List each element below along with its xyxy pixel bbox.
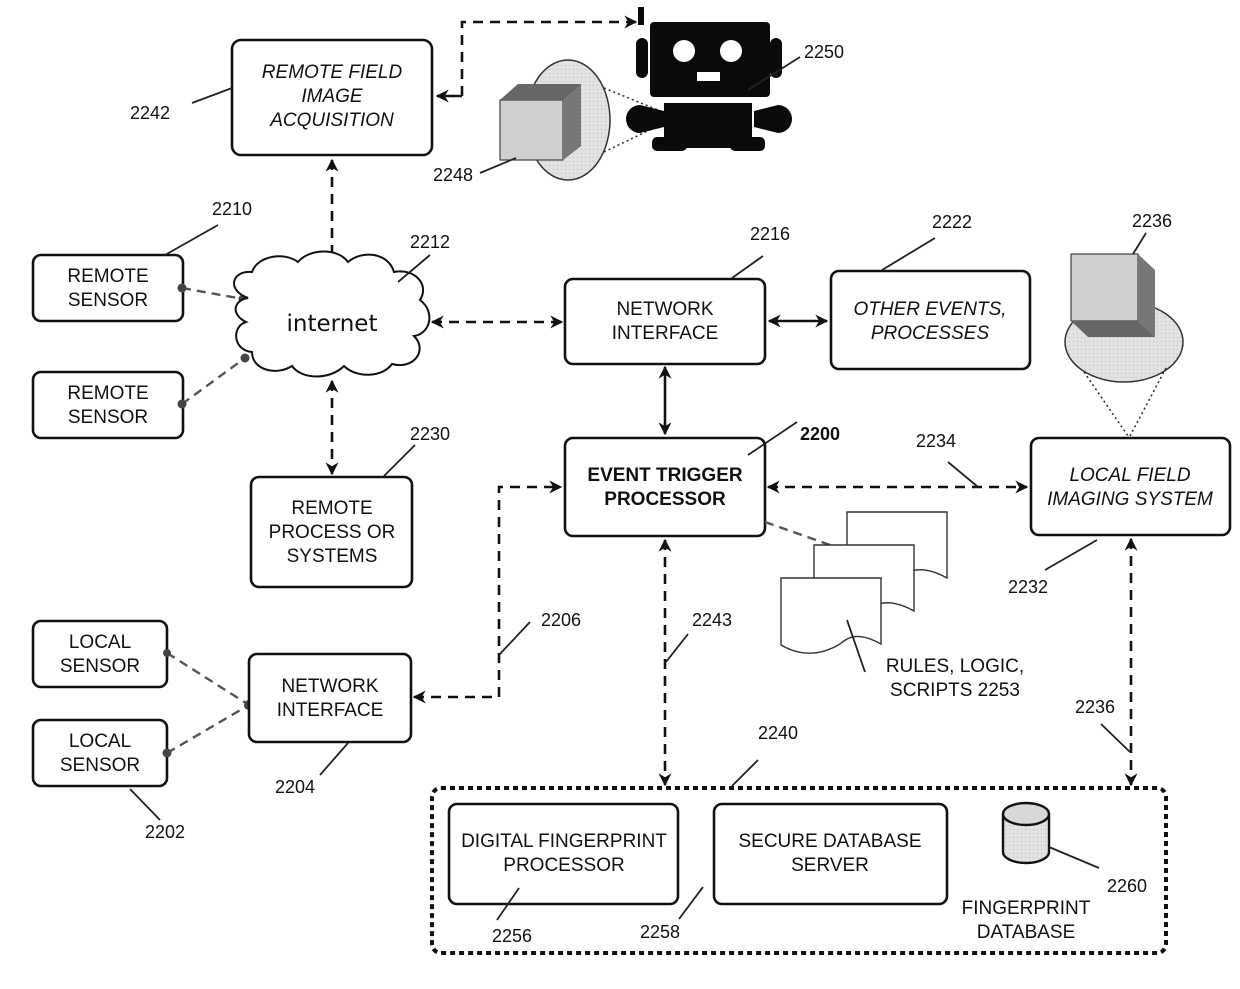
remote-process-box: REMOTE PROCESS OR SYSTEMS bbox=[249, 475, 414, 589]
box-line: NETWORK bbox=[616, 299, 713, 320]
internet-cloud-icon: internet bbox=[233, 250, 431, 378]
box-line: SENSOR bbox=[60, 755, 140, 776]
remote-sensor-1-box: REMOTE SENSOR bbox=[31, 253, 185, 323]
box-line: LOCAL bbox=[69, 731, 131, 752]
box-line: REMOTE bbox=[291, 498, 372, 519]
local-sensor-1-box: LOCAL SENSOR bbox=[31, 619, 169, 689]
ref-2212: 2212 bbox=[410, 232, 450, 252]
remote-sensor-2-box: REMOTE SENSOR bbox=[31, 370, 185, 440]
box-line: SENSOR bbox=[60, 656, 140, 677]
box-line: LOCAL bbox=[69, 632, 131, 653]
box-line: SYSTEMS bbox=[287, 546, 378, 567]
box-line: SERVER bbox=[791, 855, 869, 876]
ref-2202: 2202 bbox=[145, 822, 185, 842]
box-line: PROCESSOR bbox=[503, 855, 624, 876]
local-camera-icon bbox=[1064, 253, 1184, 383]
ref-2256: 2256 bbox=[492, 926, 532, 946]
box-line: REMOTE bbox=[67, 383, 148, 404]
database-cylinder-icon bbox=[1001, 801, 1051, 865]
ref-2236-camera: 2236 bbox=[1132, 211, 1172, 231]
ref-2232: 2232 bbox=[1008, 577, 1048, 597]
internet-label: internet bbox=[287, 311, 378, 337]
box-line: SENSOR bbox=[68, 290, 148, 311]
ref-2210: 2210 bbox=[212, 199, 252, 219]
ref-2260: 2260 bbox=[1107, 876, 1147, 896]
rules-label: SCRIPTS 2253 bbox=[890, 680, 1020, 701]
remote-field-image-acquisition-box: REMOTE FIELD IMAGE ACQUISITION bbox=[230, 38, 434, 157]
ref-2258: 2258 bbox=[640, 922, 680, 942]
box-line: INTERFACE bbox=[277, 700, 384, 721]
ref-2200: 2200 bbox=[800, 424, 840, 444]
local-sensor-2-box: LOCAL SENSOR bbox=[31, 718, 169, 788]
box-line: OTHER EVENTS, bbox=[853, 299, 1006, 320]
ref-2240: 2240 bbox=[758, 723, 798, 743]
remote-camera-icon bbox=[499, 59, 611, 181]
ref-2206: 2206 bbox=[541, 610, 581, 630]
ref-2230: 2230 bbox=[410, 424, 450, 444]
box-line: LOCAL FIELD bbox=[1069, 465, 1190, 486]
box-line: ACQUISITION bbox=[269, 110, 394, 131]
box-line: PROCESSES bbox=[871, 323, 990, 344]
rules-label: RULES, LOGIC, bbox=[886, 656, 1024, 677]
box-line: IMAGE bbox=[301, 86, 363, 107]
box-line: INTERFACE bbox=[612, 323, 719, 344]
box-line: NETWORK bbox=[281, 676, 378, 697]
network-interface-top-box: NETWORK INTERFACE bbox=[563, 277, 767, 366]
ref-2243: 2243 bbox=[692, 610, 732, 630]
other-events-box: OTHER EVENTS, PROCESSES bbox=[829, 269, 1032, 371]
ref-2242: 2242 bbox=[130, 103, 170, 123]
box-line: REMOTE bbox=[67, 266, 148, 287]
ref-2204: 2204 bbox=[275, 777, 315, 797]
event-trigger-processor-box: EVENT TRIGGER PROCESSOR bbox=[563, 436, 767, 538]
fingerprint-db-label: DATABASE bbox=[977, 922, 1076, 943]
box-line: EVENT TRIGGER bbox=[587, 465, 742, 486]
system-diagram: REMOTE FIELD IMAGE ACQUISITION 2242 2248… bbox=[0, 0, 1240, 989]
ref-2222: 2222 bbox=[932, 212, 972, 232]
secure-db-server-box: SECURE DATABASE SERVER bbox=[712, 802, 949, 906]
fingerprint-processor-box: DIGITAL FINGERPRINT PROCESSOR bbox=[447, 802, 680, 906]
ref-2248: 2248 bbox=[433, 165, 473, 185]
box-line: REMOTE FIELD bbox=[262, 62, 403, 83]
box-line: IMAGING SYSTEM bbox=[1047, 489, 1213, 510]
ref-2216: 2216 bbox=[750, 224, 790, 244]
network-interface-bottom-box: NETWORK INTERFACE bbox=[247, 652, 413, 744]
ref-2250: 2250 bbox=[804, 42, 844, 62]
robot-icon bbox=[625, 7, 793, 151]
box-line: PROCESS OR bbox=[269, 522, 396, 543]
box-line: SECURE DATABASE bbox=[738, 831, 921, 852]
fingerprint-db-label: FINGERPRINT bbox=[962, 898, 1091, 919]
local-field-imaging-box: LOCAL FIELD IMAGING SYSTEM bbox=[1029, 436, 1232, 537]
ref-2234: 2234 bbox=[916, 431, 956, 451]
ref-2236-link: 2236 bbox=[1075, 697, 1115, 717]
box-line: SENSOR bbox=[68, 407, 148, 428]
box-line: DIGITAL FINGERPRINT bbox=[461, 831, 667, 852]
local-network-event-link bbox=[412, 480, 563, 704]
rules-documents-icon bbox=[780, 511, 948, 654]
box-line: PROCESSOR bbox=[604, 489, 726, 510]
